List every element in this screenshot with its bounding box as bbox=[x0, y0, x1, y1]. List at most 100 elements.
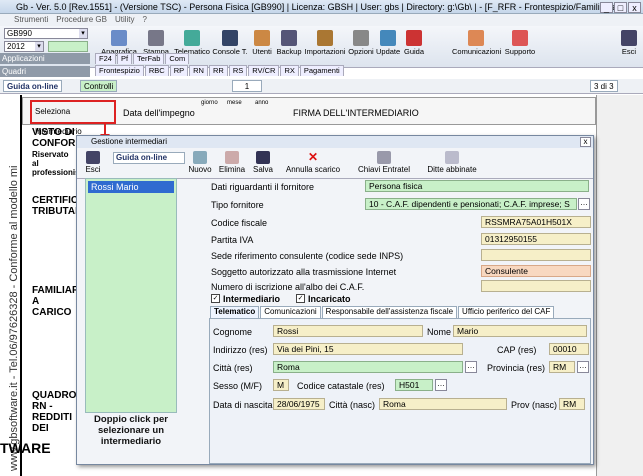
key-icon bbox=[377, 151, 391, 164]
backup-button[interactable]: Backup bbox=[276, 28, 302, 66]
opzioni-button[interactable]: Opzioni bbox=[348, 28, 374, 66]
comunicazioni-button[interactable]: Comunicazioni bbox=[452, 28, 501, 66]
tab-rr[interactable]: RR bbox=[208, 65, 228, 76]
sede-field[interactable] bbox=[481, 249, 591, 261]
tab-comunicazioni[interactable]: Comunicazioni bbox=[260, 306, 321, 318]
nascita-label: Data di nascita bbox=[213, 400, 273, 410]
provincia-field[interactable]: RM bbox=[549, 361, 575, 373]
support-icon bbox=[512, 30, 528, 46]
elimina-button[interactable]: Elimina bbox=[217, 151, 247, 179]
nav-bar: Guida on-line Controlli 1 3 di 3 bbox=[0, 79, 643, 94]
gestione-intermediari-dialog: Gestione intermediari x Esci Guida on-li… bbox=[76, 135, 594, 465]
menu-strumenti[interactable]: Strumenti bbox=[14, 15, 48, 24]
tab-rn[interactable]: RN bbox=[189, 65, 208, 76]
menu-procedure[interactable]: Procedure GB bbox=[56, 15, 107, 24]
exit-icon bbox=[86, 151, 100, 164]
delete-icon bbox=[225, 151, 239, 164]
sede-label: Sede riferimento consulente (codice sede… bbox=[211, 251, 404, 261]
indirizzo-field[interactable]: Via dei Pini, 15 bbox=[273, 343, 463, 355]
save-icon bbox=[256, 151, 270, 164]
citta-nasc-field[interactable]: Roma bbox=[379, 398, 507, 410]
prov-nasc-field[interactable]: RM bbox=[559, 398, 585, 410]
chiavi-entratel-button[interactable]: Chiavi Entratel bbox=[353, 151, 415, 179]
import-icon bbox=[317, 30, 333, 46]
nascita-field[interactable]: 28/06/1975 bbox=[273, 398, 325, 410]
quadri-label[interactable]: Quadri bbox=[0, 66, 90, 77]
hint-text: Doppio click per selezionare un intermed… bbox=[94, 414, 168, 447]
catastale-lookup-button[interactable]: … bbox=[435, 379, 447, 391]
tab-rp[interactable]: RP bbox=[169, 65, 189, 76]
albo-field[interactable] bbox=[481, 280, 591, 292]
prov-nasc-label: Prov (nasc) bbox=[511, 400, 558, 410]
tab-com[interactable]: Com bbox=[165, 53, 190, 64]
incaricato-checkbox[interactable]: ✓ bbox=[296, 294, 305, 303]
piva-field[interactable]: 01312950155 bbox=[481, 233, 591, 245]
cognome-field[interactable]: Rossi bbox=[273, 325, 423, 337]
nome-field[interactable]: Mario bbox=[453, 325, 587, 337]
console-button[interactable]: Console T. bbox=[212, 28, 248, 66]
page-input[interactable]: 1 bbox=[232, 80, 262, 92]
tipo-fornitore-label: Tipo fornitore bbox=[211, 200, 264, 210]
cf-field[interactable]: RSSMRA75A01H501X bbox=[481, 216, 591, 228]
tab-rbc[interactable]: RBC bbox=[144, 65, 169, 76]
tab-pagamenti[interactable]: Pagamenti bbox=[299, 65, 344, 76]
intermediari-list[interactable]: Rossi Mario bbox=[85, 178, 177, 413]
guida-button[interactable]: Guida bbox=[402, 28, 426, 66]
close-button[interactable]: x bbox=[628, 2, 641, 13]
provincia-lookup-button[interactable]: … bbox=[577, 361, 589, 373]
telematico-panel bbox=[209, 318, 591, 464]
update-button[interactable]: Update bbox=[376, 28, 400, 66]
ditte-abbinate-button[interactable]: Ditte abbinate bbox=[421, 151, 483, 179]
tab-rs[interactable]: RS bbox=[228, 65, 248, 76]
tab-pf[interactable]: Pf bbox=[116, 53, 133, 64]
tab-rx[interactable]: RX bbox=[280, 65, 299, 76]
citta-field[interactable]: Roma bbox=[273, 361, 463, 373]
right-column bbox=[596, 95, 643, 476]
applicazioni-label[interactable]: Applicazioni bbox=[0, 53, 90, 64]
menu-utility[interactable]: Utility bbox=[115, 15, 135, 24]
tab-frontespizio[interactable]: Frontespizio bbox=[95, 65, 144, 76]
menu-bar: Strumenti Procedure GB Utility? bbox=[0, 14, 643, 26]
tab-f24[interactable]: F24 bbox=[95, 53, 116, 64]
maximize-button[interactable]: □ bbox=[614, 2, 627, 13]
tab-terfab[interactable]: TerFab bbox=[133, 53, 165, 64]
utenti-button[interactable]: Utenti bbox=[250, 28, 274, 66]
dialog-close-button[interactable]: x bbox=[580, 137, 591, 147]
model-select[interactable]: GB990 bbox=[4, 28, 88, 39]
dialog-guida-button[interactable]: Guida on-line bbox=[113, 152, 185, 164]
intermediario-checkbox[interactable]: ✓ bbox=[211, 294, 220, 303]
update-icon bbox=[380, 30, 396, 46]
catastale-field[interactable]: H501 bbox=[395, 379, 433, 391]
salva-button[interactable]: Salva bbox=[251, 151, 275, 179]
annulla-scarico-button[interactable]: ✕ Annulla scarico bbox=[281, 151, 345, 179]
seleziona-intermediario-button[interactable]: Seleziona Intermediario bbox=[30, 100, 116, 136]
citta-lookup-button[interactable]: … bbox=[465, 361, 477, 373]
controlli-button[interactable]: Controlli bbox=[80, 80, 118, 92]
tab-telematico[interactable]: Telematico bbox=[210, 306, 260, 318]
esci-button[interactable]: Esci bbox=[618, 28, 640, 66]
vertical-text: www.gbsoftware.it - Tel.06/97626328 - Co… bbox=[8, 165, 20, 471]
printer-icon bbox=[148, 30, 164, 46]
sesso-label: Sesso (M/F) bbox=[213, 381, 263, 391]
minimize-button[interactable]: _ bbox=[600, 2, 613, 13]
cap-field[interactable]: 00010 bbox=[549, 343, 589, 355]
supporto-button[interactable]: Supporto bbox=[502, 28, 538, 66]
tab-rvcr[interactable]: RV/CR bbox=[248, 65, 280, 76]
fornitore-select[interactable]: Persona fisica bbox=[365, 180, 589, 192]
citta-nasc-label: Città (nasc) bbox=[329, 400, 376, 410]
menu-help[interactable]: ? bbox=[143, 15, 147, 24]
tab-responsabile[interactable]: Responsabile dell'assistenza fiscale bbox=[321, 306, 458, 318]
tab-ufficio[interactable]: Ufficio periferico del CAF bbox=[458, 306, 555, 318]
tipo-fornitore-field[interactable]: 10 - C.A.F. dipendenti e pensionati; C.A… bbox=[365, 198, 577, 210]
soggetto-field[interactable]: Consulente bbox=[481, 265, 591, 277]
tipo-lookup-button[interactable]: … bbox=[578, 198, 590, 210]
detail-tabs: Telematico Comunicazioni Responsabile dell… bbox=[210, 306, 555, 318]
list-item[interactable]: Rossi Mario bbox=[88, 181, 174, 193]
indirizzo-label: Indirizzo (res) bbox=[213, 345, 268, 355]
dialog-esci-button[interactable]: Esci bbox=[81, 151, 105, 179]
cf-label: Codice fiscale bbox=[211, 218, 268, 228]
nuovo-button[interactable]: Nuovo bbox=[187, 151, 213, 179]
year-select[interactable]: 2012 bbox=[4, 41, 44, 52]
importazioni-button[interactable]: Importazioni bbox=[304, 28, 346, 66]
sesso-field[interactable]: M bbox=[273, 379, 289, 391]
